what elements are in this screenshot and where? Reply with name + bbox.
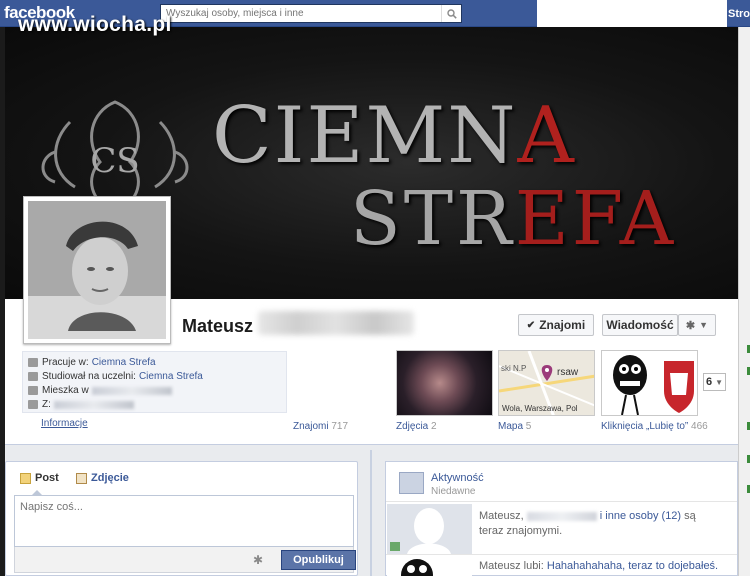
about-row-education: Studiował na uczelni: Ciemna Strefa xyxy=(28,370,203,383)
liked-page-thumb[interactable] xyxy=(387,555,472,576)
about-info-link[interactable]: Informacje xyxy=(41,418,88,429)
redacted-hometown xyxy=(53,400,134,409)
cover-title-line2: STREFA xyxy=(350,176,677,262)
chevron-down-icon: ▼ xyxy=(715,377,724,387)
activity-title[interactable]: Aktywność xyxy=(431,472,484,484)
post-composer: Post Zdjęcie ✱ Opublikuj xyxy=(5,461,358,576)
activity-icon xyxy=(399,472,424,494)
activity-item-friends: Mateusz, i inne osoby (12) są teraz znaj… xyxy=(386,504,737,554)
graduation-icon xyxy=(28,372,38,381)
post-textarea[interactable] xyxy=(14,495,354,547)
likes-thumbnail[interactable] xyxy=(601,350,698,416)
redacted-names xyxy=(526,511,597,521)
more-apps-button[interactable]: 6 ▼ xyxy=(703,373,726,391)
gear-icon: ✱ xyxy=(685,319,696,332)
post-icon xyxy=(20,472,31,484)
timeline-spine xyxy=(370,450,372,576)
search-icon[interactable] xyxy=(441,5,461,22)
publish-button[interactable]: Opublikuj xyxy=(281,550,356,570)
svg-text:CS: CS xyxy=(90,141,139,181)
about-row-lives: Mieszka w xyxy=(28,384,172,397)
watermark: www.wiocha.pl xyxy=(18,13,172,36)
other-friends-link[interactable]: i inne osoby (12) xyxy=(600,510,681,522)
redacted-surname xyxy=(258,311,414,335)
settings-dropdown-button[interactable]: ✱ ▼ xyxy=(678,314,716,336)
activity-panel: Aktywność Niedawne Mateusz, i inne osoby… xyxy=(385,461,738,576)
activity-header: Aktywność Niedawne xyxy=(386,462,737,502)
svg-text:Wola, Warszawa, Pol: Wola, Warszawa, Pol xyxy=(502,404,578,413)
activity-text-friends: Mateusz, i inne osoby (12) są teraz znaj… xyxy=(479,510,696,537)
map-thumbnail[interactable]: ski N.P rsaw Wola, Warszawa, Pol xyxy=(498,350,595,416)
friends-button[interactable]: ✔ Znajomi xyxy=(518,314,594,336)
likes-app-label[interactable]: Kliknięcia „Lubię to” 466 xyxy=(601,421,708,432)
education-link[interactable]: Ciemna Strefa xyxy=(139,371,203,382)
tab-photo[interactable]: Zdjęcie xyxy=(76,472,129,484)
likes-image xyxy=(602,351,697,415)
home-icon xyxy=(28,386,38,395)
search-box[interactable] xyxy=(160,4,462,23)
friends-app-label[interactable]: Znajomi 717 xyxy=(293,421,348,432)
about-box: Pracuje w: Ciemna Strefa Studiował na uc… xyxy=(22,351,287,413)
liked-page-link[interactable]: Hahahahahaha, teraz to dojebałeś. xyxy=(547,560,718,572)
person-photo xyxy=(28,201,166,339)
top-nav-link[interactable]: Strona xyxy=(728,8,750,20)
about-row-work: Pracuje w: Ciemna Strefa xyxy=(28,356,156,369)
redacted-city xyxy=(91,386,172,395)
svg-text:ski N.P: ski N.P xyxy=(501,364,526,373)
search-input[interactable] xyxy=(161,5,439,22)
right-sidebar-edge xyxy=(738,27,750,576)
profile-name: Mateusz xyxy=(182,316,254,336)
activity-text-like: Mateusz lubi: Hahahahahaha, teraz to doj… xyxy=(479,560,719,572)
composer-footer: ✱ Opublikuj xyxy=(14,547,356,573)
work-link[interactable]: Ciemna Strefa xyxy=(92,357,156,368)
message-button[interactable]: Wiadomość xyxy=(602,314,678,336)
photos-app-label[interactable]: Zdjęcia 2 xyxy=(396,421,437,432)
redacted-area xyxy=(537,0,727,27)
about-row-from: Z: xyxy=(28,398,134,411)
tab-post[interactable]: Post xyxy=(20,472,59,484)
friends-thumbnail[interactable] xyxy=(290,350,390,416)
friend-avatar[interactable] xyxy=(387,504,472,554)
profile-avatar[interactable] xyxy=(23,196,171,344)
checkmark-icon: ✔ xyxy=(526,319,536,331)
gear-icon[interactable]: ✱ xyxy=(253,553,263,567)
activity-item-like: Mateusz lubi: Hahahahahaha, teraz to doj… xyxy=(386,554,737,576)
svg-text:rsaw: rsaw xyxy=(557,367,579,378)
pin-icon xyxy=(28,400,38,409)
cover-title-line1: CIEMNA xyxy=(212,91,576,181)
chevron-down-icon: ▼ xyxy=(699,320,709,330)
photos-thumbnail[interactable] xyxy=(396,350,493,416)
briefcase-icon xyxy=(28,358,38,367)
activity-subtitle: Niedawne xyxy=(431,486,476,497)
map-image: ski N.P rsaw Wola, Warszawa, Pol xyxy=(499,351,594,415)
map-app-label[interactable]: Mapa 5 xyxy=(498,421,531,432)
photo-icon xyxy=(76,472,87,484)
